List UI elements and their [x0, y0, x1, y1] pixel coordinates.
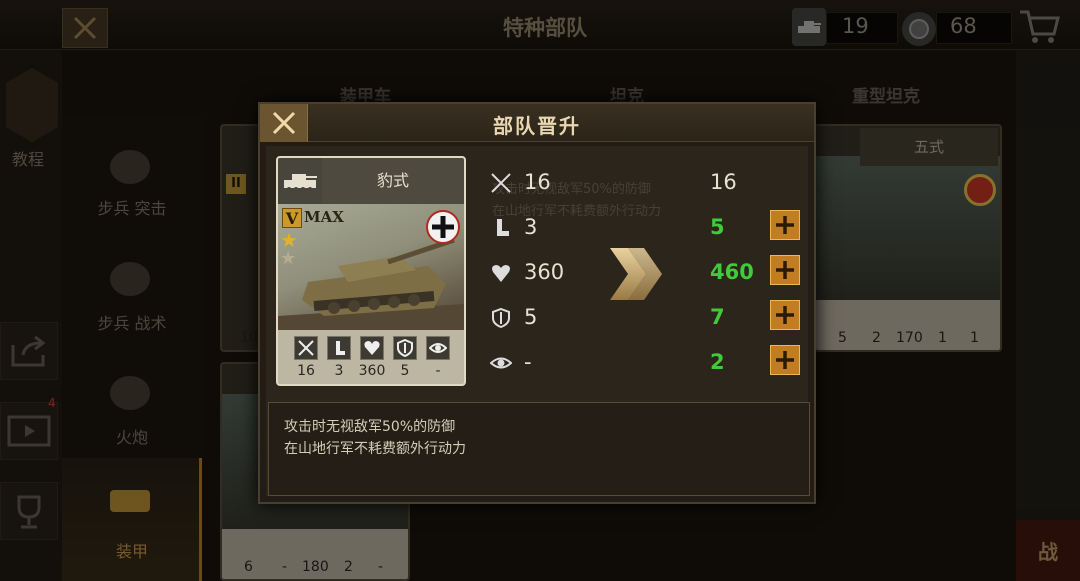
attack-current: 16	[524, 170, 551, 194]
star-empty-icon: ★	[280, 248, 297, 269]
double-chevron-icon	[610, 248, 662, 300]
stat-defense: 5	[400, 363, 410, 379]
stat-attack: 16	[297, 363, 315, 379]
ghost-text: 在山地行军不耗费额外行动力	[492, 204, 662, 219]
unit-name: 豹式	[322, 158, 464, 204]
ability-description-line: 攻击时无视敌军50%的防御	[284, 419, 456, 435]
stat-vision: -	[435, 363, 441, 379]
defense-next: 7	[710, 305, 725, 329]
vision-current: -	[524, 350, 532, 374]
unit-card: 豹式 V MAX ★ ★ 16 3 360 5 -	[276, 156, 466, 386]
close-icon	[272, 111, 295, 135]
health-icon	[360, 336, 384, 360]
german-cross-icon	[426, 210, 460, 244]
move-current: 3	[524, 215, 538, 239]
ability-description-line: 在山地行军不耗费额外行动力	[284, 441, 466, 457]
move-next: 5	[710, 215, 725, 239]
move-upgrade-button[interactable]	[770, 210, 800, 240]
move-icon	[488, 215, 514, 241]
promotion-dialog: 部队晋升 攻击时无视敌军50%的防御 在山地行军不耗费额外行动力 豹式 V MA…	[258, 102, 816, 504]
plus-icon	[776, 261, 794, 279]
defense-icon	[393, 336, 417, 360]
attack-icon	[294, 336, 318, 360]
ghost-text: 攻击时无视敌军50%的防御	[492, 182, 651, 197]
star-icon: ★	[280, 228, 298, 252]
plus-icon	[776, 216, 794, 234]
health-next: 460	[710, 260, 754, 284]
health-upgrade-button[interactable]	[770, 255, 800, 285]
vision-icon	[488, 350, 514, 376]
vision-icon	[426, 336, 450, 360]
vision-upgrade-button[interactable]	[770, 345, 800, 375]
unit-image: V MAX ★ ★	[278, 204, 464, 330]
move-icon	[327, 336, 351, 360]
stat-health: 360	[358, 363, 386, 379]
attack-next: 16	[710, 170, 737, 194]
stat-move: 3	[334, 363, 344, 379]
health-icon	[488, 260, 514, 286]
dialog-close-button[interactable]	[260, 104, 308, 142]
plus-icon	[776, 351, 794, 369]
vision-next: 2	[710, 350, 725, 374]
dialog-title: 部队晋升	[493, 114, 581, 138]
plus-icon	[776, 306, 794, 324]
attack-icon	[488, 170, 514, 196]
health-current: 360	[524, 260, 565, 284]
rank-badge: V	[282, 208, 302, 228]
defense-upgrade-button[interactable]	[770, 300, 800, 330]
unit-stats: 16 3 360 5 -	[278, 330, 464, 384]
rank-max-label: MAX	[304, 208, 344, 226]
defense-current: 5	[524, 305, 538, 329]
defense-icon	[488, 305, 514, 331]
tank-type-icon	[278, 158, 322, 204]
